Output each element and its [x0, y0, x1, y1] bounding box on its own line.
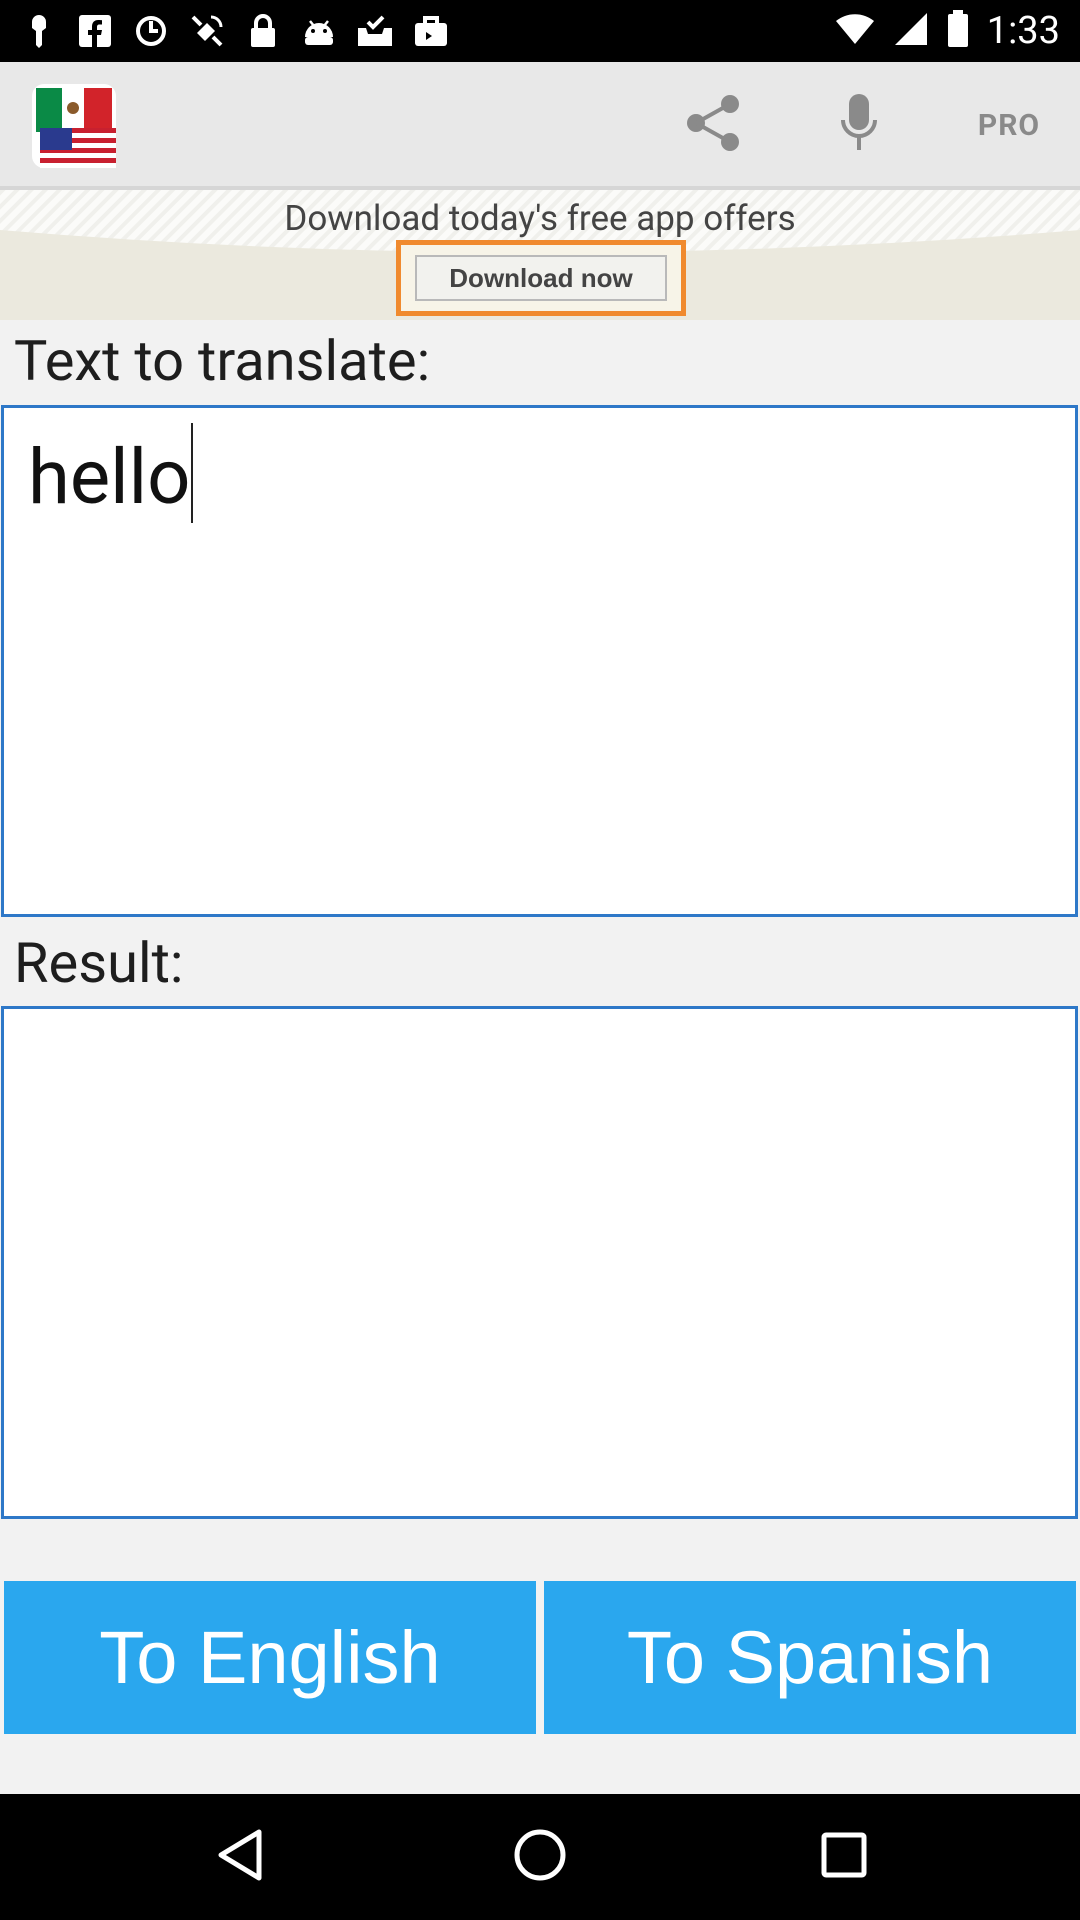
- microphone-icon: [839, 92, 879, 158]
- facebook-icon: [76, 12, 114, 50]
- to-english-button[interactable]: To English: [4, 1581, 536, 1734]
- translate-input[interactable]: hello: [1, 405, 1078, 917]
- briefcase-icon: [412, 12, 450, 50]
- notification-icon: [20, 12, 58, 50]
- recents-icon: [820, 1831, 868, 1883]
- share-button[interactable]: [668, 90, 758, 160]
- download-done-icon: [356, 12, 394, 50]
- android-icon: [300, 12, 338, 50]
- action-bar: PRO: [0, 62, 1080, 190]
- battery-icon: [947, 10, 969, 52]
- status-time: 1:33: [986, 9, 1060, 53]
- ad-headline: Download today's free app offers: [284, 198, 796, 239]
- microphone-button[interactable]: [814, 90, 904, 160]
- navigation-bar: [0, 1794, 1080, 1920]
- home-icon: [512, 1827, 568, 1887]
- recents-button[interactable]: [814, 1827, 874, 1887]
- status-icons: [20, 10, 450, 52]
- ad-button-highlight[interactable]: Download now: [396, 240, 686, 316]
- to-spanish-button[interactable]: To Spanish: [544, 1581, 1076, 1734]
- download-now-button[interactable]: Download now: [415, 255, 667, 301]
- back-icon: [215, 1828, 265, 1886]
- lock-icon: [244, 12, 282, 50]
- input-value: hello: [28, 432, 191, 522]
- pro-label: PRO: [977, 107, 1041, 143]
- gps-icon: [188, 12, 226, 50]
- back-button[interactable]: [210, 1827, 270, 1887]
- sync-icon: [132, 12, 170, 50]
- status-right: 1:33: [835, 8, 1060, 54]
- share-icon: [682, 92, 744, 158]
- translate-input-text: hello: [28, 422, 194, 533]
- home-button[interactable]: [510, 1827, 570, 1887]
- result-output[interactable]: [1, 1006, 1078, 1519]
- text-to-translate-label: Text to translate:: [14, 328, 431, 394]
- wifi-icon: [835, 12, 875, 50]
- mexico-usa-flags-icon[interactable]: [32, 84, 116, 168]
- text-caret: [191, 422, 194, 523]
- pro-button[interactable]: PRO: [956, 90, 1062, 160]
- signal-icon: [893, 11, 929, 51]
- status-bar: 1:33: [0, 0, 1080, 62]
- result-label: Result:: [14, 930, 184, 996]
- ad-banner[interactable]: Download today's free app offers Downloa…: [0, 190, 1080, 320]
